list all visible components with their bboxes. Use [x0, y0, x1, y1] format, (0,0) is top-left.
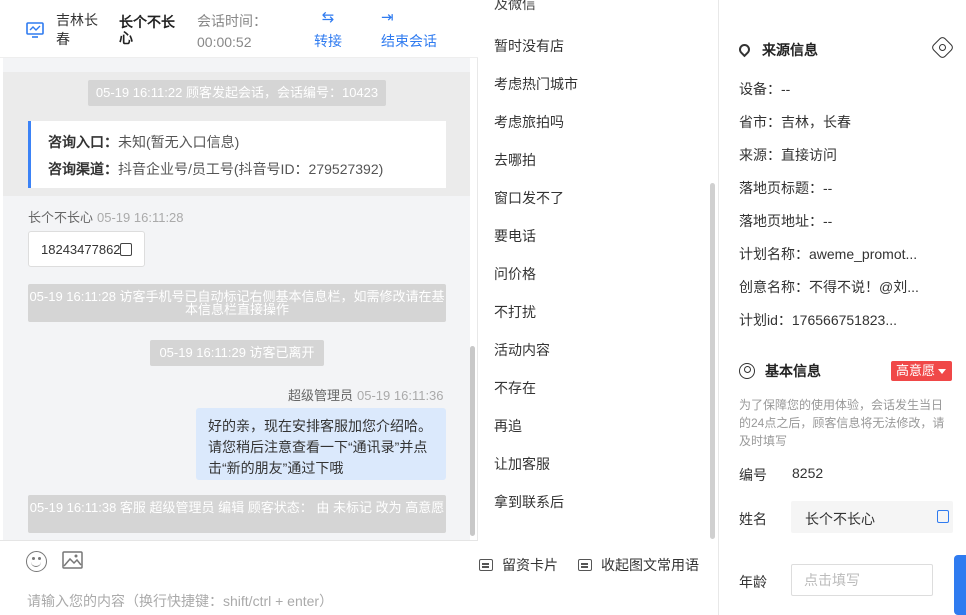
name-field[interactable]: 长个不长心 — [791, 501, 953, 533]
source-row-region: 省市：吉林，长春 — [739, 114, 851, 130]
source-row-plan-id: 计划id：176566751823... — [739, 312, 897, 328]
chat-scrollbar[interactable] — [470, 346, 475, 536]
side-drawer-tab[interactable] — [954, 555, 966, 615]
quick-reply-item[interactable]: 考虑热门城市 — [494, 74, 578, 94]
exit-icon: ⇥ — [381, 9, 394, 26]
customer-service-workspace: 吉林长春 长个不长心 会话时间： 00:00:52 ⇆ 转接 ⇥ 结束会话 05… — [0, 0, 966, 615]
location-pin-icon — [736, 41, 753, 58]
system-message: 05-19 16:11:38 客服 超级管理员 编辑 顾客状态： 由 未标记 改… — [28, 495, 446, 533]
settings-icon[interactable] — [930, 35, 955, 60]
image-icon[interactable] — [62, 551, 83, 569]
quick-reply-toolbar: 留资卡片 收起图文常用语 — [479, 540, 717, 615]
id-value: 8252 — [792, 465, 824, 481]
system-message: 05-19 16:11:22 顾客发起会话，会话编号：10423 — [88, 80, 386, 106]
session-time-value: 00:00:52 — [197, 34, 252, 50]
end-session-label: 结束会话 — [381, 33, 437, 49]
agent-sender-line: 超级管理员 05-19 16:11:36 — [288, 388, 444, 403]
intent-status-dropdown[interactable]: 高意愿 — [891, 361, 952, 381]
quick-reply-item[interactable]: 拿到联系后 — [494, 492, 564, 512]
end-session-button[interactable]: ⇥ 结束会话 — [381, 10, 437, 51]
message-input-placeholder[interactable]: 请输入您的内容（换行快捷键：shift/ctrl + enter） — [27, 591, 333, 611]
source-row-device: 设备：-- — [739, 81, 791, 97]
collapse-phrases-button[interactable]: 收起图文常用语 — [578, 555, 699, 575]
session-time-label: 会话时间： — [197, 13, 267, 29]
source-info-title: 来源信息 — [736, 40, 818, 60]
id-label: 编号 — [739, 467, 767, 483]
quick-reply-item[interactable]: 要电话 — [494, 226, 536, 246]
customer-info-panel: 来源信息 设备：-- 省市：吉林，长春 来源：直接访问 落地页标题：-- 落地页… — [718, 0, 966, 615]
source-row-origin: 来源：直接访问 — [739, 147, 837, 163]
quick-reply-item[interactable]: 让加客服 — [494, 454, 550, 474]
copy-name-icon[interactable] — [937, 510, 949, 523]
quick-reply-item[interactable]: 窗口发不了 — [494, 188, 564, 208]
emoji-icon[interactable] — [26, 551, 47, 572]
edit-notice: 为了保障您的使用体验，会话发生当日的24点之后，顾客信息将无法修改，请及时填写 — [739, 398, 945, 448]
card-icon — [479, 559, 493, 571]
message-input-area[interactable]: 请输入您的内容（换行快捷键：shift/ctrl + enter） — [0, 540, 478, 615]
copy-icon[interactable] — [120, 243, 132, 256]
quick-reply-item[interactable]: 再追 — [494, 416, 522, 436]
source-row-landing-url: 落地页地址：-- — [739, 213, 833, 229]
customer-sender-line: 长个不长心 05-19 16:11:28 — [28, 210, 184, 225]
transfer-button[interactable]: ⇆ 转接 — [314, 10, 342, 51]
quick-reply-item[interactable]: 问价格 — [494, 264, 536, 284]
name-label: 姓名 — [739, 511, 767, 527]
quick-reply-scrollbar[interactable] — [710, 183, 715, 539]
transfer-icon: ⇆ — [321, 9, 335, 26]
user-icon — [739, 363, 755, 379]
phrases-icon — [578, 559, 592, 571]
consult-info-card: 咨询入口：未知(暂无入口信息) 咨询渠道：抖音企业号/员工号(抖音号ID：279… — [28, 121, 446, 188]
quick-reply-item[interactable]: 暂时没有店 — [494, 36, 564, 56]
customer-phone-message[interactable]: 18243477862 — [28, 231, 145, 267]
source-row-landing-title: 落地页标题：-- — [739, 180, 833, 196]
transfer-label: 转接 — [314, 33, 342, 49]
chat-header: 吉林长春 长个不长心 会话时间： 00:00:52 ⇆ 转接 ⇥ 结束会话 — [0, 0, 478, 58]
consult-entry-row: 咨询入口：未知(暂无入口信息) — [48, 134, 240, 150]
chat-panel: 吉林长春 长个不长心 会话时间： 00:00:52 ⇆ 转接 ⇥ 结束会话 05… — [0, 0, 478, 615]
session-start-block: 05-19 16:11:22 顾客发起会话，会话编号：10423 咨询入口：未知… — [3, 72, 470, 196]
quick-reply-item[interactable]: 考虑旅拍吗 — [494, 112, 564, 132]
customer-city: 吉林长春 — [56, 12, 98, 47]
consult-channel-row: 咨询渠道：抖音企业号/员工号(抖音号ID：279527392) — [48, 161, 384, 177]
age-label: 年龄 — [739, 574, 767, 590]
source-row-plan-name: 计划名称：aweme_promot... — [739, 246, 918, 262]
source-row-creative-name: 创意名称：不得不说！@刘... — [739, 279, 919, 295]
customer-nickname: 长个不长心 — [119, 14, 175, 46]
quick-reply-item-partial[interactable]: 及微信 — [494, 0, 536, 14]
agent-message-bubble: 好的亲，现在安排客服加您介绍哈。请您稍后注意查看一下“通讯录”并点击“新的朋友”… — [196, 408, 446, 480]
monitor-icon — [26, 22, 44, 38]
quick-reply-item[interactable]: 不存在 — [494, 378, 536, 398]
quick-reply-item[interactable]: 去哪拍 — [494, 150, 536, 170]
quick-reply-list[interactable]: 及微信 暂时没有店 考虑热门城市 考虑旅拍吗 去哪拍 窗口发不了 要电话 问价格… — [479, 0, 717, 540]
quick-reply-item[interactable]: 不打扰 — [494, 302, 536, 322]
system-message: 05-19 16:11:28 访客手机号已自动标记右侧基本信息栏，如需修改请在基… — [28, 284, 446, 322]
quick-reply-item[interactable]: 活动内容 — [494, 340, 550, 360]
leave-card-button[interactable]: 留资卡片 — [479, 555, 558, 575]
age-input[interactable] — [791, 564, 933, 596]
chat-messages[interactable]: 05-19 16:11:22 顾客发起会话，会话编号：10423 咨询入口：未知… — [3, 58, 470, 540]
system-message: 05-19 16:11:29 访客已离开 — [150, 340, 324, 366]
basic-info-title: 基本信息 — [739, 361, 821, 381]
